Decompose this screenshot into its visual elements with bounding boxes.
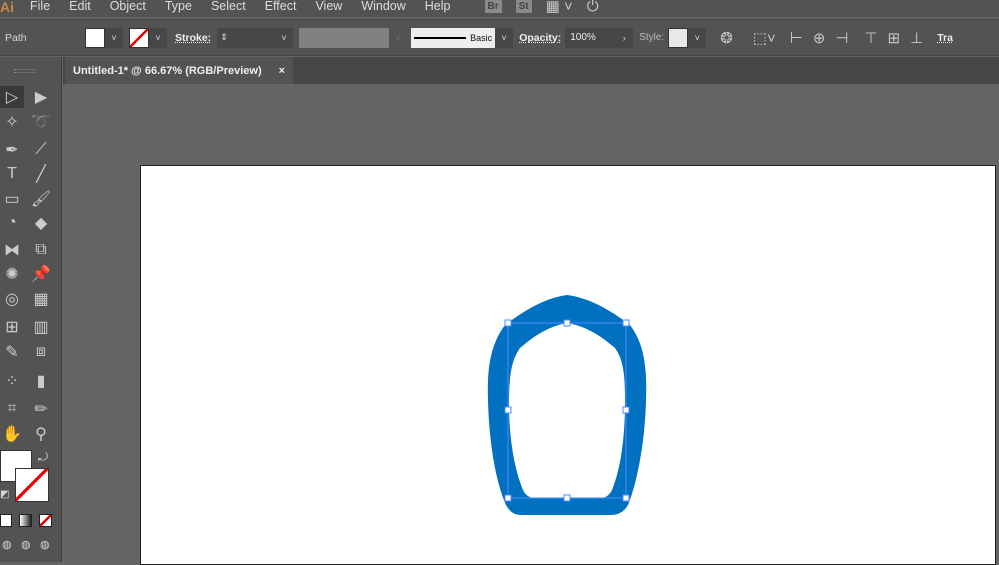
resize-handle[interactable] [622,494,630,502]
resize-handle[interactable] [563,494,571,502]
resize-handle[interactable] [504,319,512,327]
selection-bounding-box [507,322,627,499]
blue-shape-path[interactable] [487,295,647,515]
selection-handles [504,319,630,502]
resize-handle[interactable] [504,494,512,502]
resize-handle[interactable] [563,319,571,327]
resize-handle[interactable] [622,406,630,414]
resize-handle[interactable] [622,319,630,327]
resize-handle[interactable] [504,406,512,414]
artwork-layer [487,295,647,515]
